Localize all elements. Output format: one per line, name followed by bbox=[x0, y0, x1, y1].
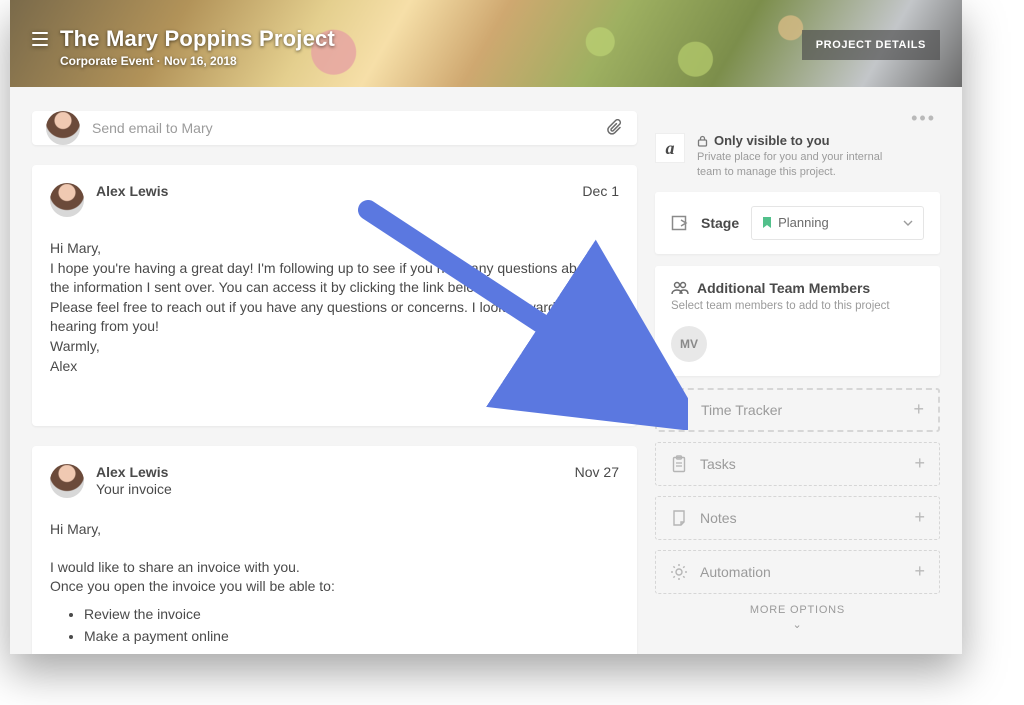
project-details-button[interactable]: PROJECT DETAILS bbox=[802, 30, 940, 60]
compose-box[interactable] bbox=[32, 111, 637, 145]
widget-time-tracker[interactable]: Time Tracker + bbox=[655, 388, 940, 432]
note-icon bbox=[670, 509, 688, 527]
attachment-icon[interactable] bbox=[607, 119, 623, 137]
plus-icon: + bbox=[914, 561, 925, 582]
chevron-down-icon bbox=[903, 220, 913, 226]
avatar bbox=[50, 183, 84, 217]
team-panel: Additional Team Members Select team memb… bbox=[655, 266, 940, 376]
stage-panel: Stage Planning bbox=[655, 192, 940, 254]
stage-label: Stage bbox=[701, 215, 739, 231]
bookmark-icon bbox=[762, 217, 772, 229]
avatar bbox=[46, 111, 80, 145]
eye-icon bbox=[538, 395, 552, 405]
message-author: Alex Lewis bbox=[96, 183, 570, 199]
project-hero: The Mary Poppins Project Corporate Event… bbox=[10, 0, 962, 87]
widget-tasks[interactable]: Tasks + bbox=[655, 442, 940, 486]
more-menu-icon[interactable]: ••• bbox=[911, 108, 936, 129]
list-item: Review the invoice bbox=[84, 605, 619, 625]
avatar bbox=[50, 464, 84, 498]
plus-icon: + bbox=[913, 399, 924, 420]
message-date: Nov 27 bbox=[575, 464, 619, 480]
plus-icon: + bbox=[914, 453, 925, 474]
message-author: Alex Lewis bbox=[96, 464, 563, 480]
plus-icon: + bbox=[914, 507, 925, 528]
project-title: The Mary Poppins Project bbox=[60, 26, 335, 52]
stage-icon bbox=[671, 214, 689, 232]
message-subject: Your invoice bbox=[96, 481, 563, 497]
visibility-notice: a Only visible to you Private place for … bbox=[655, 133, 940, 180]
team-member-chip[interactable]: MV bbox=[671, 326, 707, 362]
message-date: Dec 1 bbox=[582, 183, 619, 199]
gear-icon bbox=[670, 563, 688, 581]
list-item: Make a payment online bbox=[84, 627, 619, 647]
message-card: Alex Lewis Dec 1 Hi Mary,I hope you're h… bbox=[32, 165, 637, 426]
team-icon bbox=[671, 281, 689, 295]
stage-select[interactable]: Planning bbox=[751, 206, 924, 240]
message-body: Hi Mary,I hope you're having a great day… bbox=[50, 239, 619, 376]
workspace-logo: a bbox=[655, 133, 685, 163]
lock-icon bbox=[697, 135, 708, 147]
message-body: Hi Mary, I would like to share an invoic… bbox=[50, 520, 619, 646]
clipboard-icon bbox=[670, 455, 688, 473]
more-options-button[interactable]: MORE OPTIONS ⌄ bbox=[655, 604, 940, 631]
project-subtitle: Corporate Event · Nov 16, 2018 bbox=[60, 54, 335, 68]
widget-notes[interactable]: Notes + bbox=[655, 496, 940, 540]
menu-icon[interactable] bbox=[32, 32, 48, 46]
compose-input[interactable] bbox=[92, 120, 607, 136]
unread-badge[interactable]: UNREAD bbox=[525, 390, 619, 410]
clock-icon bbox=[671, 401, 689, 419]
chevron-down-icon: ⌄ bbox=[655, 618, 940, 631]
message-card: Alex Lewis Your invoice Nov 27 Hi Mary, … bbox=[32, 446, 637, 654]
widget-automation[interactable]: Automation + bbox=[655, 550, 940, 594]
